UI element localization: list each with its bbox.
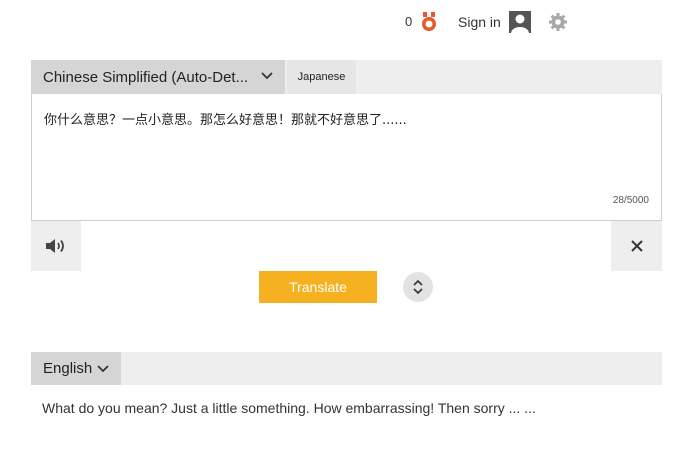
clear-button[interactable] <box>611 221 662 271</box>
target-language-dropdown[interactable]: English <box>31 352 121 385</box>
medal-icon[interactable] <box>420 12 438 32</box>
source-text-area[interactable]: 你什么意思？一点小意思。那怎么好意思！那就不好意思了...... 28/5000 <box>31 94 662 221</box>
close-icon <box>630 240 643 252</box>
swap-languages-button[interactable] <box>403 272 433 302</box>
user-avatar-icon[interactable] <box>509 11 531 33</box>
target-language-label: English <box>43 360 93 377</box>
source-language-bar: Chinese Simplified (Auto-Det... Japanese <box>31 60 662 94</box>
target-language-bar: English <box>31 352 662 385</box>
swap-icon <box>413 279 423 295</box>
translate-button[interactable]: Translate <box>259 271 377 303</box>
translation-output: What do you mean? Just a little somethin… <box>42 400 536 416</box>
speaker-icon <box>46 239 64 253</box>
japanese-language-tab[interactable]: Japanese <box>287 60 356 94</box>
source-language-label: Chinese Simplified (Auto-Det... <box>43 68 249 86</box>
top-bar: 0 Sign in <box>0 0 674 46</box>
listen-button[interactable] <box>31 221 81 271</box>
chevron-down-icon <box>97 365 109 373</box>
chevron-down-icon <box>261 72 273 80</box>
character-count: 28/5000 <box>612 195 649 206</box>
source-text[interactable]: 你什么意思？一点小意思。那怎么好意思！那就不好意思了...... <box>44 109 407 128</box>
source-language-dropdown[interactable]: Chinese Simplified (Auto-Det... <box>31 60 285 94</box>
sign-in-link[interactable]: Sign in <box>458 14 501 30</box>
gear-icon[interactable] <box>548 12 568 32</box>
rewards-count: 0 <box>405 14 413 29</box>
